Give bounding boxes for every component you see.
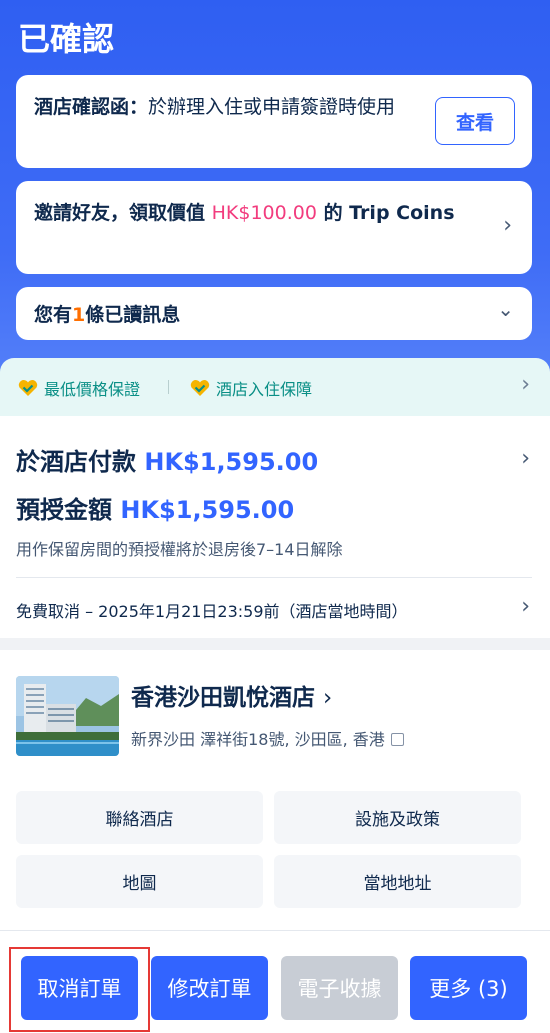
divider — [168, 380, 169, 394]
hotel-photo-image — [16, 676, 119, 756]
e-receipt-button[interactable]: 電子收據 — [281, 956, 398, 1020]
messages-suffix: 條已讀訊息 — [85, 304, 181, 326]
copy-icon[interactable] — [390, 733, 404, 746]
payment-section: 於酒店付款 HK$1,595.00 › 預授金額 HK$1,595.00 用作保… — [0, 416, 550, 638]
messages-text: 您有1條已讀訊息 — [34, 300, 180, 327]
confirmation-text: 酒店確認函：於辦理入住或申請簽證時使用 — [34, 93, 424, 122]
chevron-down-icon: ⌄ — [497, 297, 514, 321]
chevron-right-icon: › — [521, 372, 530, 397]
messages-card[interactable]: 您有1條已讀訊息 ⌄ — [16, 287, 532, 340]
chevron-right-icon: › — [503, 213, 512, 238]
messages-count: 1 — [72, 304, 86, 326]
bottom-action-bar: 取消訂單 修改訂單 電子收據 更多 (3) — [0, 930, 550, 1033]
hotel-address-text: 新界沙田 澤祥街18號, 沙田區, 香港 — [131, 730, 385, 749]
confirmation-card: 酒店確認函：於辦理入住或申請簽證時使用 查看 — [16, 75, 532, 168]
status-title: 已確認 — [18, 20, 115, 58]
chevron-right-icon[interactable]: › — [521, 446, 530, 471]
check-in-guarantee: 酒店入住保障 — [190, 376, 312, 400]
contact-hotel-button[interactable]: 聯絡酒店 — [16, 791, 263, 844]
preauth-label: 預授金額 — [16, 496, 121, 524]
more-button[interactable]: 更多 (3) — [410, 956, 527, 1020]
hotel-name[interactable]: 香港沙田凱悅酒店 › — [131, 678, 332, 712]
preauth-amount-row: 預授金額 HK$1,595.00 — [16, 490, 294, 525]
view-confirmation-button[interactable]: 查看 — [435, 97, 515, 145]
lowest-price-guarantee: 最低價格保證 — [18, 376, 140, 400]
invite-prefix: 邀請好友，領取價值 — [34, 202, 212, 224]
pay-amount: HK$1,595.00 — [144, 448, 319, 476]
invite-amount: HK$100.00 — [211, 202, 317, 224]
guarantee-label-2: 酒店入住保障 — [216, 380, 313, 399]
local-address-button[interactable]: 當地地址 — [274, 855, 521, 908]
pay-label: 於酒店付款 — [16, 448, 145, 476]
hotel-address[interactable]: 新界沙田 澤祥街18號, 沙田區, 香港 — [131, 726, 404, 750]
messages-prefix: 您有 — [34, 304, 73, 326]
cancel-order-button[interactable]: 取消訂單 — [21, 956, 138, 1020]
map-button[interactable]: 地圖 — [16, 855, 263, 908]
heart-check-icon — [190, 380, 210, 396]
preauth-amount: HK$1,595.00 — [120, 496, 295, 524]
facilities-policies-button[interactable]: 設施及政策 — [274, 791, 521, 844]
divider — [16, 577, 532, 578]
preauth-note: 用作保留房間的預授權將於退房後7–14日解除 — [16, 540, 343, 559]
hotel-section: 香港沙田凱悅酒店 › 新界沙田 澤祥街18號, 沙田區, 香港 聯絡酒店 設施及… — [0, 650, 550, 930]
hotel-photo[interactable] — [16, 676, 119, 756]
invite-text: 邀請好友，領取價值 HK$100.00 的 Trip Coins — [34, 198, 474, 228]
modify-order-button[interactable]: 修改訂單 — [151, 956, 268, 1020]
cancel-policy[interactable]: 免費取消 – 2025年1月21日23:59前（酒店當地時間） — [16, 598, 408, 622]
confirmation-label: 酒店確認函： — [34, 96, 149, 118]
heart-check-icon — [18, 380, 38, 396]
pay-at-hotel[interactable]: 於酒店付款 HK$1,595.00 — [16, 442, 318, 477]
chevron-right-icon[interactable]: › — [521, 594, 530, 619]
chevron-right-icon: › — [323, 685, 333, 711]
hotel-name-text: 香港沙田凱悅酒店 — [131, 685, 315, 711]
invite-friends-card[interactable]: 邀請好友，領取價值 HK$100.00 的 Trip Coins › — [16, 181, 532, 274]
confirmation-desc: 於辦理入住或申請簽證時使用 — [148, 96, 396, 118]
invite-suffix: 的 Trip Coins — [316, 202, 455, 224]
guarantee-bar[interactable]: 最低價格保證 酒店入住保障 › — [0, 358, 550, 416]
guarantee-label-1: 最低價格保證 — [44, 380, 141, 399]
